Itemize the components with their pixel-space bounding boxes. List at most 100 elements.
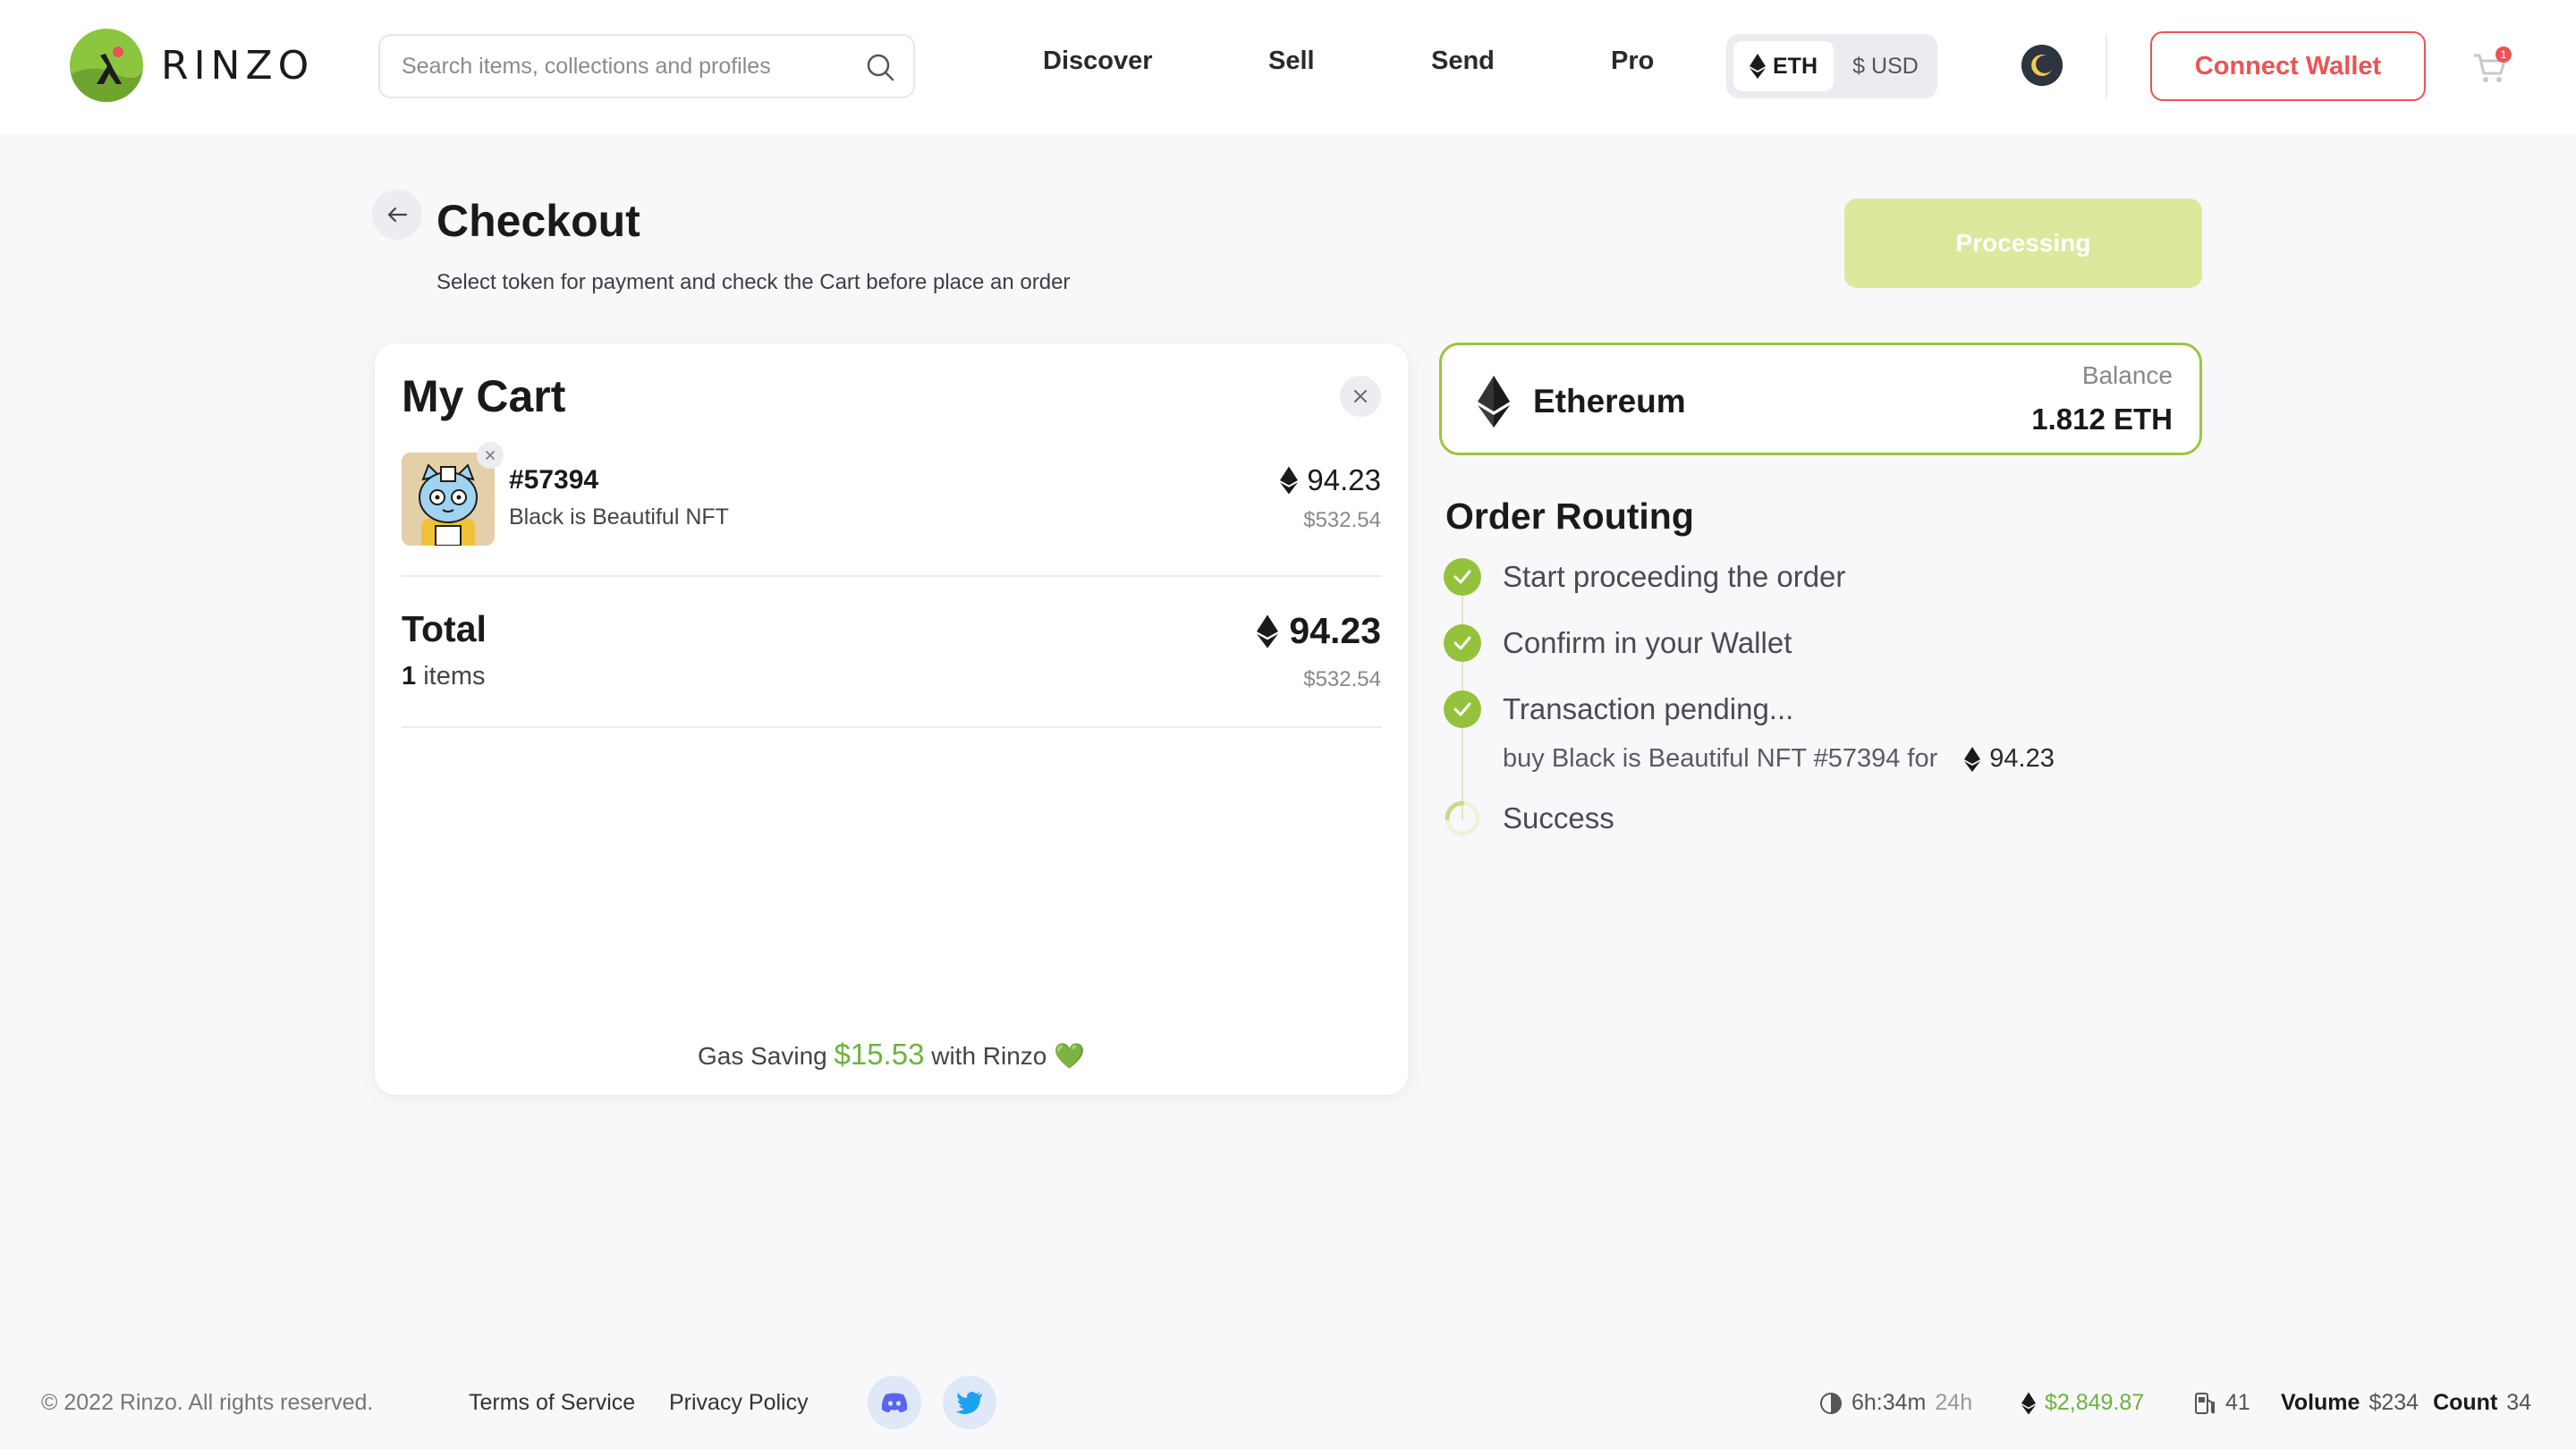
order-routing-title: Order Routing <box>1445 496 1694 537</box>
total-count-number: 1 <box>402 662 417 691</box>
token-name: Ethereum <box>1533 383 1686 419</box>
clear-cart-button[interactable] <box>1340 376 1381 417</box>
transaction-amount-value: 94.23 <box>1989 744 2055 773</box>
count-value: 34 <box>2506 1390 2532 1415</box>
twitter-icon <box>956 1392 982 1414</box>
nav-send[interactable]: Send <box>1431 47 1495 76</box>
close-icon <box>1354 390 1367 402</box>
privacy-link[interactable]: Privacy Policy <box>669 1390 809 1416</box>
processing-button[interactable]: Processing <box>1844 199 2202 288</box>
divider <box>402 575 1382 577</box>
nft-image <box>402 453 495 546</box>
eth-icon <box>1280 466 1299 495</box>
search-input[interactable] <box>402 36 849 97</box>
eth-icon <box>1257 614 1279 648</box>
timer-value: 6h:34m <box>1852 1390 1927 1415</box>
count-label: Count <box>2433 1390 2498 1415</box>
transaction-detail: buy Black is Beautiful NFT #57394 for 94… <box>1503 744 2055 774</box>
cart-card: My Cart #57394 Black is Beautiful NFT 94… <box>374 343 1409 1096</box>
logo[interactable]: RINZO <box>70 29 314 102</box>
gas-saving: Gas Saving $15.53 with Rinzo 💚 <box>375 1038 1408 1072</box>
back-button[interactable] <box>372 190 422 240</box>
connect-wallet-button[interactable]: Connect Wallet <box>2150 31 2426 101</box>
item-collection: Black is Beautiful NFT <box>509 504 729 530</box>
volume-value: $234 <box>2368 1390 2419 1415</box>
currency-usd-label: $ USD <box>1852 53 1919 79</box>
nav-sell[interactable]: Sell <box>1268 47 1315 76</box>
twitter-button[interactable] <box>943 1376 996 1429</box>
page-title: Checkout <box>436 196 640 246</box>
total-price-usd: $532.54 <box>1303 667 1381 691</box>
footer-copyright: © 2022 Rinzo. All rights reserved. <box>41 1390 374 1415</box>
logo-icon <box>70 29 143 102</box>
arrow-left-icon <box>387 207 408 223</box>
routing-step: Success <box>1444 800 1614 837</box>
nft-thumbnail[interactable] <box>402 453 495 546</box>
market-stats: Volume $234 Count 34 <box>2281 1390 2531 1416</box>
total-count: 1 items <box>402 662 486 691</box>
gas-pump-icon <box>2195 1392 2215 1414</box>
cart-count-badge: 1 <box>2496 47 2512 63</box>
logo-text: RINZO <box>161 42 315 89</box>
discord-icon <box>881 1393 908 1412</box>
clock-icon <box>1820 1392 1842 1414</box>
eth-icon <box>2021 1392 2036 1414</box>
session-timer: 6h:34m 24h <box>1819 1390 1972 1416</box>
step-label: Transaction pending... <box>1503 692 1794 725</box>
top-header: RINZO Discover Sell Send Pro ETH $ USD C… <box>0 0 2576 134</box>
loading-spinner-icon <box>1445 801 1480 836</box>
balance-value: 1.812 ETH <box>2031 402 2173 436</box>
routing-step: Confirm in your Wallet <box>1444 624 1792 662</box>
transaction-amount: 94.23 <box>1964 744 2055 774</box>
total-price-eth: 94.23 <box>1257 610 1381 652</box>
item-price-eth: 94.23 <box>1280 463 1381 497</box>
ethereum-icon <box>1478 376 1510 428</box>
currency-usd-option[interactable]: $ USD <box>1841 41 1930 91</box>
transaction-detail-text: buy Black is Beautiful NFT #57394 for <box>1503 744 1938 773</box>
routing-step: Transaction pending... <box>1444 691 1793 728</box>
item-price-usd: $532.54 <box>1303 508 1381 532</box>
step-label: Start proceeding the order <box>1503 560 1846 593</box>
search-box[interactable] <box>378 34 915 98</box>
item-id: #57394 <box>509 465 599 495</box>
gas-price: 41 <box>2193 1390 2250 1416</box>
volume-label: Volume <box>2281 1390 2360 1415</box>
total-price-value: 94.23 <box>1289 610 1381 651</box>
nav-discover[interactable]: Discover <box>1043 47 1153 76</box>
terms-link[interactable]: Terms of Service <box>469 1390 635 1416</box>
search-icon[interactable] <box>865 52 895 82</box>
dark-mode-toggle[interactable] <box>2021 45 2063 86</box>
check-circle-icon <box>1444 624 1481 662</box>
currency-eth-option[interactable]: ETH <box>1733 41 1834 91</box>
eth-price: $2,849.87 <box>2021 1390 2144 1416</box>
discord-button[interactable] <box>868 1376 921 1429</box>
step-label: Success <box>1503 801 1614 835</box>
page-subtitle: Select token for payment and check the C… <box>436 270 1071 294</box>
close-icon <box>486 451 495 460</box>
divider <box>402 726 1382 728</box>
eth-price-value: $2,849.87 <box>2045 1390 2145 1415</box>
nav-pro[interactable]: Pro <box>1611 47 1654 76</box>
payment-token-card[interactable]: Ethereum Balance 1.812 ETH <box>1439 343 2202 455</box>
balance-label: Balance <box>2081 361 2173 389</box>
cart-title: My Cart <box>402 371 566 421</box>
total-label: Total <box>402 608 487 649</box>
gas-price-value: 41 <box>2225 1390 2250 1415</box>
currency-eth-label: ETH <box>1773 53 1818 79</box>
gas-saving-prefix: Gas Saving <box>697 1042 827 1070</box>
check-circle-icon <box>1444 558 1481 596</box>
gas-saving-suffix: with Rinzo 💚 <box>931 1042 1086 1070</box>
routing-step: Start proceeding the order <box>1444 558 1845 596</box>
item-price-value: 94.23 <box>1307 463 1381 496</box>
timer-period: 24h <box>1935 1390 1973 1415</box>
eth-icon <box>1964 746 1981 772</box>
moon-icon <box>2021 45 2063 86</box>
total-count-suffix: items <box>423 662 486 691</box>
header-divider <box>2106 34 2107 98</box>
currency-toggle: ETH $ USD <box>1726 34 1937 98</box>
gas-saving-value: $15.53 <box>834 1038 925 1071</box>
check-circle-icon <box>1444 691 1481 728</box>
remove-item-button[interactable] <box>477 442 504 469</box>
eth-icon <box>1750 54 1766 79</box>
step-label: Confirm in your Wallet <box>1503 626 1792 659</box>
